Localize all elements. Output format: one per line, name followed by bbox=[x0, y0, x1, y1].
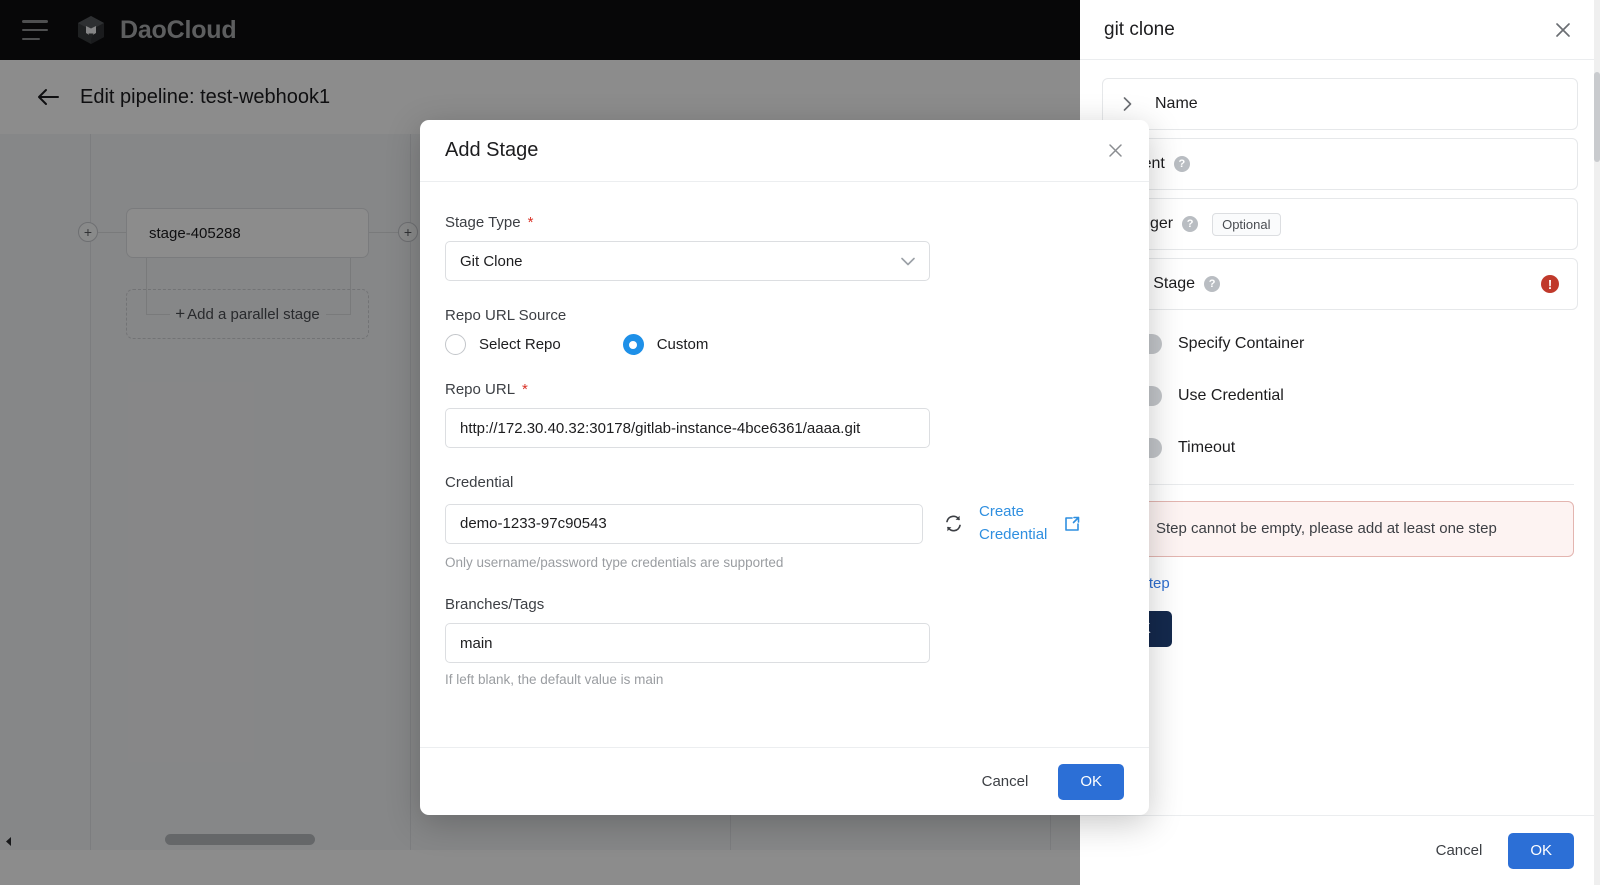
close-icon[interactable] bbox=[1551, 18, 1575, 42]
branches-tags-input[interactable]: main bbox=[445, 623, 930, 663]
drawer-section-trigger[interactable]: Trigger ? Optional bbox=[1102, 198, 1578, 250]
field-label-group: Credential bbox=[445, 474, 1124, 491]
repo-url-source-label: Repo URL Source bbox=[445, 307, 566, 324]
radio-label: Select Repo bbox=[479, 336, 561, 353]
dialog-body: Stage Type * Git Clone Repo URL Source bbox=[420, 182, 1149, 747]
help-icon[interactable]: ? bbox=[1182, 216, 1198, 232]
radio-label: Custom bbox=[657, 336, 709, 353]
drawer-section-name[interactable]: Name bbox=[1102, 78, 1578, 130]
drawer-section-job-stage[interactable]: Job Stage ? ! bbox=[1102, 258, 1578, 310]
drawer-cancel-button[interactable]: Cancel bbox=[1432, 834, 1487, 867]
divider bbox=[1106, 484, 1574, 485]
refresh-icon[interactable] bbox=[943, 513, 964, 534]
external-link-icon[interactable] bbox=[1064, 516, 1080, 532]
add-stage-dialog: Add Stage Stage Type * Git Clone bbox=[420, 120, 1149, 815]
toggle-label: Timeout bbox=[1178, 439, 1235, 457]
repo-url-value: http://172.30.40.32:30178/gitlab-instanc… bbox=[460, 420, 860, 437]
step-empty-error-alert: Step cannot be empty, please add at leas… bbox=[1106, 501, 1574, 557]
error-badge-icon: ! bbox=[1541, 275, 1559, 293]
field-label-group: Branches/Tags bbox=[445, 596, 1124, 613]
create-credential-link[interactable]: Create Credential bbox=[979, 501, 1049, 546]
stage-type-value: Git Clone bbox=[460, 253, 523, 270]
repo-url-label: Repo URL bbox=[445, 381, 515, 398]
field-label-group: Stage Type * bbox=[445, 214, 1124, 231]
drawer-body: Name Agent ? Trigger ? Optional Job Stag… bbox=[1080, 60, 1600, 815]
drawer-scrollbar[interactable] bbox=[1594, 0, 1600, 885]
close-icon[interactable] bbox=[1103, 139, 1127, 163]
dialog-ok-button[interactable]: OK bbox=[1058, 764, 1124, 800]
drawer-ok-button[interactable]: OK bbox=[1508, 833, 1574, 869]
required-asterisk: * bbox=[522, 382, 528, 397]
drawer-section-agent[interactable]: Agent ? bbox=[1102, 138, 1578, 190]
dialog-header: Add Stage bbox=[420, 120, 1149, 182]
help-icon[interactable]: ? bbox=[1204, 276, 1220, 292]
field-repo-url: Repo URL * http://172.30.40.32:30178/git… bbox=[445, 381, 1124, 448]
radio-circle-selected-icon bbox=[623, 334, 644, 355]
help-icon[interactable]: ? bbox=[1174, 156, 1190, 172]
toggle-row-specify-container[interactable]: Specify Container bbox=[1102, 318, 1578, 370]
drawer-header: git clone bbox=[1080, 0, 1600, 60]
field-label-group: Repo URL Source bbox=[445, 307, 1124, 324]
field-branches-tags: Branches/Tags main If left blank, the de… bbox=[445, 596, 1124, 687]
repo-url-input[interactable]: http://172.30.40.32:30178/gitlab-instanc… bbox=[445, 408, 930, 448]
branches-tags-hint: If left blank, the default value is main bbox=[445, 672, 1124, 687]
toggle-label: Use Credential bbox=[1178, 387, 1284, 405]
repo-url-source-radio-group: Select Repo Custom bbox=[445, 334, 1124, 355]
toggle-label: Specify Container bbox=[1178, 335, 1304, 353]
stage-type-select[interactable]: Git Clone bbox=[445, 241, 930, 281]
alert-message: Step cannot be empty, please add at leas… bbox=[1156, 518, 1497, 540]
field-stage-type: Stage Type * Git Clone bbox=[445, 214, 1124, 281]
radio-select-repo[interactable]: Select Repo bbox=[445, 334, 561, 355]
branches-tags-value: main bbox=[460, 635, 493, 652]
field-label-group: Repo URL * bbox=[445, 381, 1124, 398]
radio-circle-icon bbox=[445, 334, 466, 355]
toggle-row-timeout[interactable]: Timeout bbox=[1102, 422, 1578, 474]
chevron-right-icon bbox=[1123, 97, 1139, 111]
stage-config-drawer: git clone Name Agent ? Trigger ? Optiona… bbox=[1080, 0, 1600, 885]
field-repo-url-source: Repo URL Source Select Repo Custom bbox=[445, 307, 1124, 355]
drawer-section-label: Name bbox=[1155, 95, 1198, 113]
credential-hint: Only username/password type credentials … bbox=[445, 555, 1124, 570]
toggle-row-use-credential[interactable]: Use Credential bbox=[1102, 370, 1578, 422]
credential-input[interactable]: demo-1233-97c90543 bbox=[445, 504, 923, 544]
drawer-footer: Cancel OK bbox=[1080, 815, 1600, 885]
drawer-title: git clone bbox=[1104, 19, 1175, 41]
dialog-cancel-button[interactable]: Cancel bbox=[978, 765, 1033, 798]
dialog-title: Add Stage bbox=[445, 139, 538, 162]
dialog-footer: Cancel OK bbox=[420, 747, 1149, 815]
credential-actions: Create Credential bbox=[943, 501, 1080, 546]
required-asterisk: * bbox=[528, 215, 534, 230]
radio-custom[interactable]: Custom bbox=[623, 334, 709, 355]
optional-badge: Optional bbox=[1212, 213, 1280, 236]
chevron-down-icon bbox=[901, 253, 915, 270]
field-credential: Credential demo-1233-97c90543 C bbox=[445, 474, 1124, 570]
scrollbar-thumb[interactable] bbox=[1594, 72, 1600, 162]
stage-type-label: Stage Type bbox=[445, 214, 521, 231]
credential-row: demo-1233-97c90543 Create Credential bbox=[445, 501, 1124, 546]
credential-label: Credential bbox=[445, 474, 513, 491]
branches-tags-label: Branches/Tags bbox=[445, 596, 544, 613]
credential-value: demo-1233-97c90543 bbox=[460, 515, 607, 532]
